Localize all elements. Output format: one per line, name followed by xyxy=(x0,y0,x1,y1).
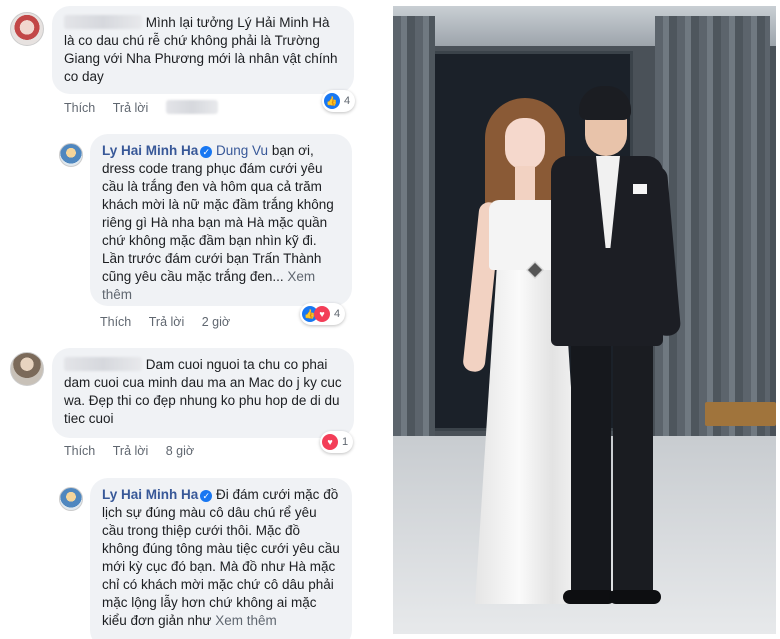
reply-link[interactable]: Trả lời xyxy=(113,444,149,458)
heart-icon: ♥ xyxy=(314,306,330,322)
man-pants xyxy=(613,336,653,598)
timestamp[interactable]: 2 giờ xyxy=(202,315,230,329)
like-link[interactable]: Thích xyxy=(64,101,95,115)
like-link[interactable]: Thích xyxy=(100,315,131,329)
blurred-author-name xyxy=(64,15,142,29)
comment-actions: Thích Trả lời 2 giờ xyxy=(100,315,244,329)
reaction-count[interactable]: 👍 4 xyxy=(322,90,356,112)
couple-photo xyxy=(393,6,776,634)
timestamp[interactable]: 8 giờ xyxy=(166,444,194,458)
reaction-count[interactable]: ♥ 1 xyxy=(320,431,354,453)
man-shoe xyxy=(609,590,661,604)
blurred-time xyxy=(165,100,218,114)
man-pants xyxy=(571,336,611,598)
photo-curtain-left xyxy=(393,16,435,476)
like-icon: 👍 xyxy=(324,93,340,109)
comment-text: Đi đám cưới mặc đồ lịch sự đúng màu cô d… xyxy=(102,487,340,628)
comment-bubble: Dam cuoi nguoi ta chu co phai dam cuoi c… xyxy=(52,348,354,438)
photo-table xyxy=(705,402,776,426)
comment-bubble: Ly Hai Minh Ha ✓ Đi đám cưới mặc đồ lịch … xyxy=(90,478,352,639)
blurred-author-name xyxy=(64,357,142,371)
reply-link[interactable]: Trả lời xyxy=(113,101,149,115)
verified-badge-icon: ✓ xyxy=(200,490,213,502)
author-name[interactable]: Ly Hai Minh Ha xyxy=(102,143,198,158)
pocket-square xyxy=(633,184,647,194)
man-shoe xyxy=(563,590,615,604)
reply-link[interactable]: Trả lời xyxy=(149,315,185,329)
see-more-link[interactable]: Xem thêm xyxy=(215,613,277,628)
avatar[interactable] xyxy=(10,352,44,386)
comments-panel: Mình lại tưởng Lý Hải Minh Hà là co dau … xyxy=(0,0,385,639)
heart-icon: ♥ xyxy=(322,434,338,450)
reaction-count[interactable]: 👍 ♥ 4 xyxy=(300,303,346,325)
like-link[interactable]: Thích xyxy=(64,444,95,458)
divider xyxy=(385,0,393,639)
woman-neck xyxy=(515,166,535,202)
author-name[interactable]: Ly Hai Minh Ha xyxy=(102,487,198,502)
mention-link[interactable]: Dung Vu xyxy=(216,143,268,158)
comment-actions: Thích Trả lời xyxy=(64,100,218,115)
comment-text: bạn ơi, dress code trang phục đám cưới y… xyxy=(102,143,334,284)
reaction-count-value: 1 xyxy=(342,436,349,448)
woman-face xyxy=(505,118,545,170)
verified-badge-icon: ✓ xyxy=(200,146,213,158)
reaction-count-value: 4 xyxy=(344,95,351,107)
avatar[interactable] xyxy=(59,487,83,511)
avatar[interactable] xyxy=(10,12,44,46)
comment-bubble: Ly Hai Minh Ha ✓ Dung Vu bạn ơi, dress co… xyxy=(90,134,352,306)
comment-actions: Thích Trả lời 8 giờ xyxy=(64,444,208,458)
reaction-count-value: 4 xyxy=(334,308,341,320)
comment-bubble: Mình lại tưởng Lý Hải Minh Hà là co dau … xyxy=(52,6,354,94)
avatar[interactable] xyxy=(59,143,83,167)
